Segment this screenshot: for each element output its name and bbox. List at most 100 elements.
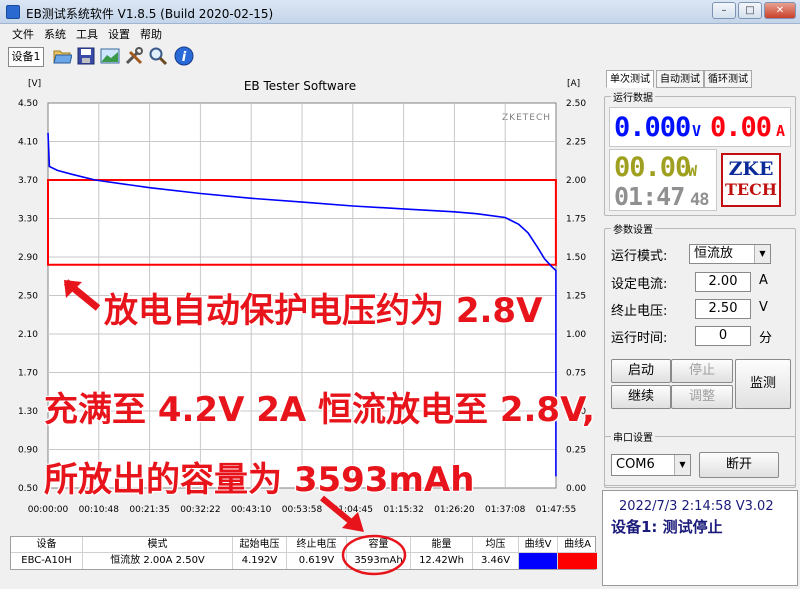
left-tick-label: 4.10 xyxy=(18,138,38,148)
current-unit: A xyxy=(776,122,785,140)
serial-title: 串口设置 xyxy=(611,429,655,444)
port-select[interactable]: COM6 ▼ xyxy=(611,454,691,476)
menu-tools[interactable]: 工具 xyxy=(76,26,98,42)
status-state: 设备1: 测试停止 xyxy=(611,518,723,536)
annotation-protect-voltage: 放电自动保护电压约为 2.8V xyxy=(104,291,543,331)
cell-avg-voltage: 3.46V xyxy=(473,553,519,569)
status-datetime: 2022/7/3 2:14:58 V3.02 xyxy=(619,499,774,514)
annotation-arrow-down xyxy=(320,495,364,532)
menu-help[interactable]: 帮助 xyxy=(140,26,162,42)
left-tick-label: 2.50 xyxy=(18,292,38,302)
tab-single-test[interactable]: 单次测试 xyxy=(606,70,654,88)
results-table: 设备 模式 起始电压 终止电压 容量 能量 均压 曲线V 曲线A EBC-A10… xyxy=(10,536,597,570)
mode-label: 运行模式: xyxy=(611,249,668,264)
right-tick-label: 2.50 xyxy=(566,99,586,109)
tools-icon[interactable] xyxy=(124,46,144,66)
port-select-value: COM6 xyxy=(616,457,655,472)
open-folder-icon[interactable] xyxy=(52,46,72,66)
cell-energy: 12.42Wh xyxy=(411,553,473,569)
stop-voltage-unit: V xyxy=(759,300,768,315)
runtime-unit: 分 xyxy=(759,331,773,346)
right-tick-label: 0.00 xyxy=(566,484,586,494)
right-axis-unit: [A] xyxy=(567,79,580,89)
params-title: 参数设置 xyxy=(611,221,655,236)
chart-title: EB Tester Software xyxy=(244,79,356,93)
time-readout: 01:47 xyxy=(614,182,685,211)
cell-curve-v-color xyxy=(519,553,558,569)
left-tick-label: 3.30 xyxy=(18,215,38,225)
monitor-button[interactable]: 监测 xyxy=(735,359,791,409)
window-title: EB测试系统软件 V1.8.5 (Build 2020-02-15) xyxy=(26,7,274,21)
cell-curve-a-color xyxy=(558,553,597,569)
close-button[interactable]: ✕ xyxy=(764,2,796,19)
svg-text:i: i xyxy=(182,50,187,65)
menu-system[interactable]: 系统 xyxy=(44,26,66,42)
mode-select[interactable]: 恒流放 ▼ xyxy=(689,244,771,264)
info-icon[interactable]: i xyxy=(174,46,194,66)
run-data-title: 运行数据 xyxy=(611,89,655,104)
table-header-row: 设备 模式 起始电压 终止电压 容量 能量 均压 曲线V 曲线A xyxy=(11,537,597,553)
stop-voltage-label: 终止电压: xyxy=(611,304,668,319)
right-tick-label: 1.50 xyxy=(566,253,586,263)
x-tick-label: 01:37:08 xyxy=(485,505,526,515)
tab-cycle-test[interactable]: 循环测试 xyxy=(704,70,752,88)
status-box: 2022/7/3 2:14:58 V3.02 设备1: 测试停止 xyxy=(602,490,798,586)
right-tick-label: 1.75 xyxy=(566,215,586,225)
toolbar: 设备1 i xyxy=(0,42,600,70)
device-tab[interactable]: 设备1 xyxy=(8,47,44,67)
x-tick-label: 01:15:32 xyxy=(383,505,423,515)
x-tick-label: 00:00:00 xyxy=(28,505,69,515)
maximize-button[interactable]: □ xyxy=(738,2,762,19)
chart-image-icon[interactable] xyxy=(100,46,120,66)
current-set-unit: A xyxy=(759,273,768,288)
chevron-down-icon[interactable]: ▼ xyxy=(754,245,770,263)
minimize-button[interactable]: – xyxy=(712,2,736,19)
tab-auto-test[interactable]: 自动测试 xyxy=(656,70,704,88)
adjust-button[interactable]: 调整 xyxy=(671,385,733,409)
stop-button[interactable]: 停止 xyxy=(671,359,733,383)
x-tick-label: 00:53:58 xyxy=(282,505,323,515)
current-set-label: 设定电流: xyxy=(611,277,668,292)
x-tick-label: 01:47:55 xyxy=(536,505,576,515)
menu-file[interactable]: 文件 xyxy=(12,26,34,42)
annotation-arrow-left xyxy=(62,276,101,322)
header-curve-v: 曲线V xyxy=(519,537,558,553)
menu-settings[interactable]: 设置 xyxy=(108,26,130,42)
right-tick-label: 2.00 xyxy=(566,176,586,186)
capacity-highlight-ellipse xyxy=(341,534,407,576)
right-tick-label: 0.75 xyxy=(566,369,586,379)
continue-button[interactable]: 继续 xyxy=(611,385,671,409)
left-tick-label: 2.10 xyxy=(18,330,38,340)
save-icon[interactable] xyxy=(76,46,96,66)
left-tick-label: 0.90 xyxy=(18,446,38,456)
header-end-voltage: 终止电压 xyxy=(287,537,347,553)
left-tick-label: 4.50 xyxy=(18,99,38,109)
chart-watermark: ZKETECH xyxy=(502,113,551,123)
menu-bar: 文件 系统 工具 设置 帮助 xyxy=(0,24,800,42)
cell-start-voltage: 4.192V xyxy=(233,553,287,569)
lcd-vi-panel: 0.000 V 0.00 A xyxy=(609,107,791,147)
cell-mode: 恒流放 2.00A 2.50V xyxy=(83,553,233,569)
logo-zke-text: ZKE xyxy=(728,158,774,180)
stop-voltage-input[interactable]: 2.50 xyxy=(695,299,751,319)
left-tick-label: 0.50 xyxy=(18,484,38,494)
header-curve-a: 曲线A xyxy=(564,539,591,550)
title-bar: EB测试系统软件 V1.8.5 (Build 2020-02-15) – □ ✕ xyxy=(0,0,800,24)
runtime-input[interactable]: 0 xyxy=(695,326,751,346)
table-row[interactable]: EBC-A10H 恒流放 2.00A 2.50V 4.192V 0.619V 3… xyxy=(11,553,597,569)
current-set-input[interactable]: 2.00 xyxy=(695,272,751,292)
start-button[interactable]: 启动 xyxy=(611,359,671,383)
voltage-unit: V xyxy=(692,122,701,140)
serial-group: 串口设置 COM6 ▼ 断开 xyxy=(604,429,796,486)
disconnect-button[interactable]: 断开 xyxy=(699,452,779,478)
chevron-down-icon[interactable]: ▼ xyxy=(674,455,690,475)
right-tick-label: 0.25 xyxy=(566,446,586,456)
left-tick-label: 1.70 xyxy=(18,369,38,379)
power-unit: W xyxy=(688,162,697,180)
cell-device: EBC-A10H xyxy=(11,553,83,569)
right-tick-label: 1.00 xyxy=(566,330,586,340)
app-icon xyxy=(6,5,20,19)
mode-select-value: 恒流放 xyxy=(694,246,734,261)
run-data-group: 运行数据 0.000 V 0.00 A 00.00 W 01:47 48 ZKE… xyxy=(604,89,796,216)
search-icon[interactable] xyxy=(148,46,168,66)
